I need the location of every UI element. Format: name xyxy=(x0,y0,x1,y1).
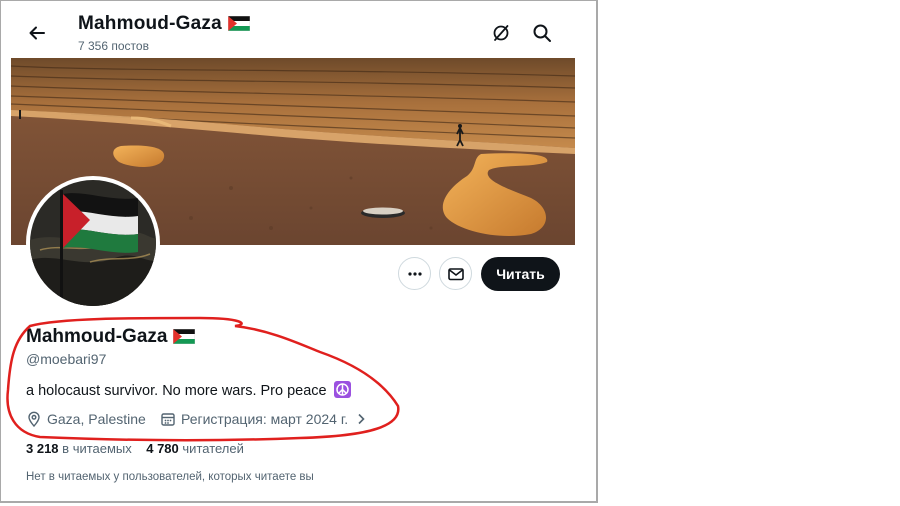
following-link[interactable]: 3 218 в читаемых xyxy=(26,441,132,456)
header-title: Mahmoud-Gaza xyxy=(78,13,250,35)
search-icon[interactable] xyxy=(532,23,552,43)
profile-screenshot: Mahmoud-Gaza 7 356 постов Читать Mahmoud… xyxy=(0,0,598,503)
more-options-button[interactable] xyxy=(398,257,431,290)
top-bar: Mahmoud-Gaza 7 356 постов xyxy=(11,1,575,57)
peace-icon xyxy=(333,381,351,398)
profile-name: Mahmoud-Gaza xyxy=(26,326,196,348)
following-label: в читаемых xyxy=(62,441,132,456)
followers-link[interactable]: 4 780 читателей xyxy=(146,441,244,456)
mail-icon xyxy=(447,267,464,280)
header-name: Mahmoud-Gaza xyxy=(78,13,222,34)
followers-count: 4 780 xyxy=(146,441,179,456)
followers-label: читателей xyxy=(182,441,244,456)
chevron-right-icon xyxy=(358,413,365,425)
mutuals-note: Нет в читаемых у пользователей, которых … xyxy=(26,471,314,483)
location: Gaza, Palestine xyxy=(26,411,146,427)
flag-emoji-icon xyxy=(227,16,250,31)
flag-emoji-icon xyxy=(173,329,196,344)
calendar-icon xyxy=(161,413,175,426)
profile-name-text: Mahmoud-Gaza xyxy=(26,326,168,347)
posts-count: 7 356 постов xyxy=(78,39,149,53)
grok-icon[interactable] xyxy=(491,23,511,43)
avatar[interactable] xyxy=(26,176,160,310)
location-icon xyxy=(28,411,40,427)
location-text: Gaza, Palestine xyxy=(47,411,146,427)
follow-button[interactable]: Читать xyxy=(481,257,560,291)
following-count: 3 218 xyxy=(26,441,59,456)
profile-bio: a holocaust survivor. No more wars. Pro … xyxy=(26,381,351,399)
joined-text: Регистрация: март 2024 г. xyxy=(181,411,349,427)
avatar-image xyxy=(30,180,156,306)
message-button[interactable] xyxy=(439,257,472,290)
joined-date[interactable]: Регистрация: март 2024 г. xyxy=(160,411,373,427)
back-arrow-icon[interactable] xyxy=(27,23,47,43)
more-icon xyxy=(407,271,422,276)
bio-text: a holocaust survivor. No more wars. Pro … xyxy=(26,383,327,399)
profile-handle: @moebari97 xyxy=(26,351,107,367)
follow-stats: 3 218 в читаемых 4 780 читателей xyxy=(26,441,244,456)
